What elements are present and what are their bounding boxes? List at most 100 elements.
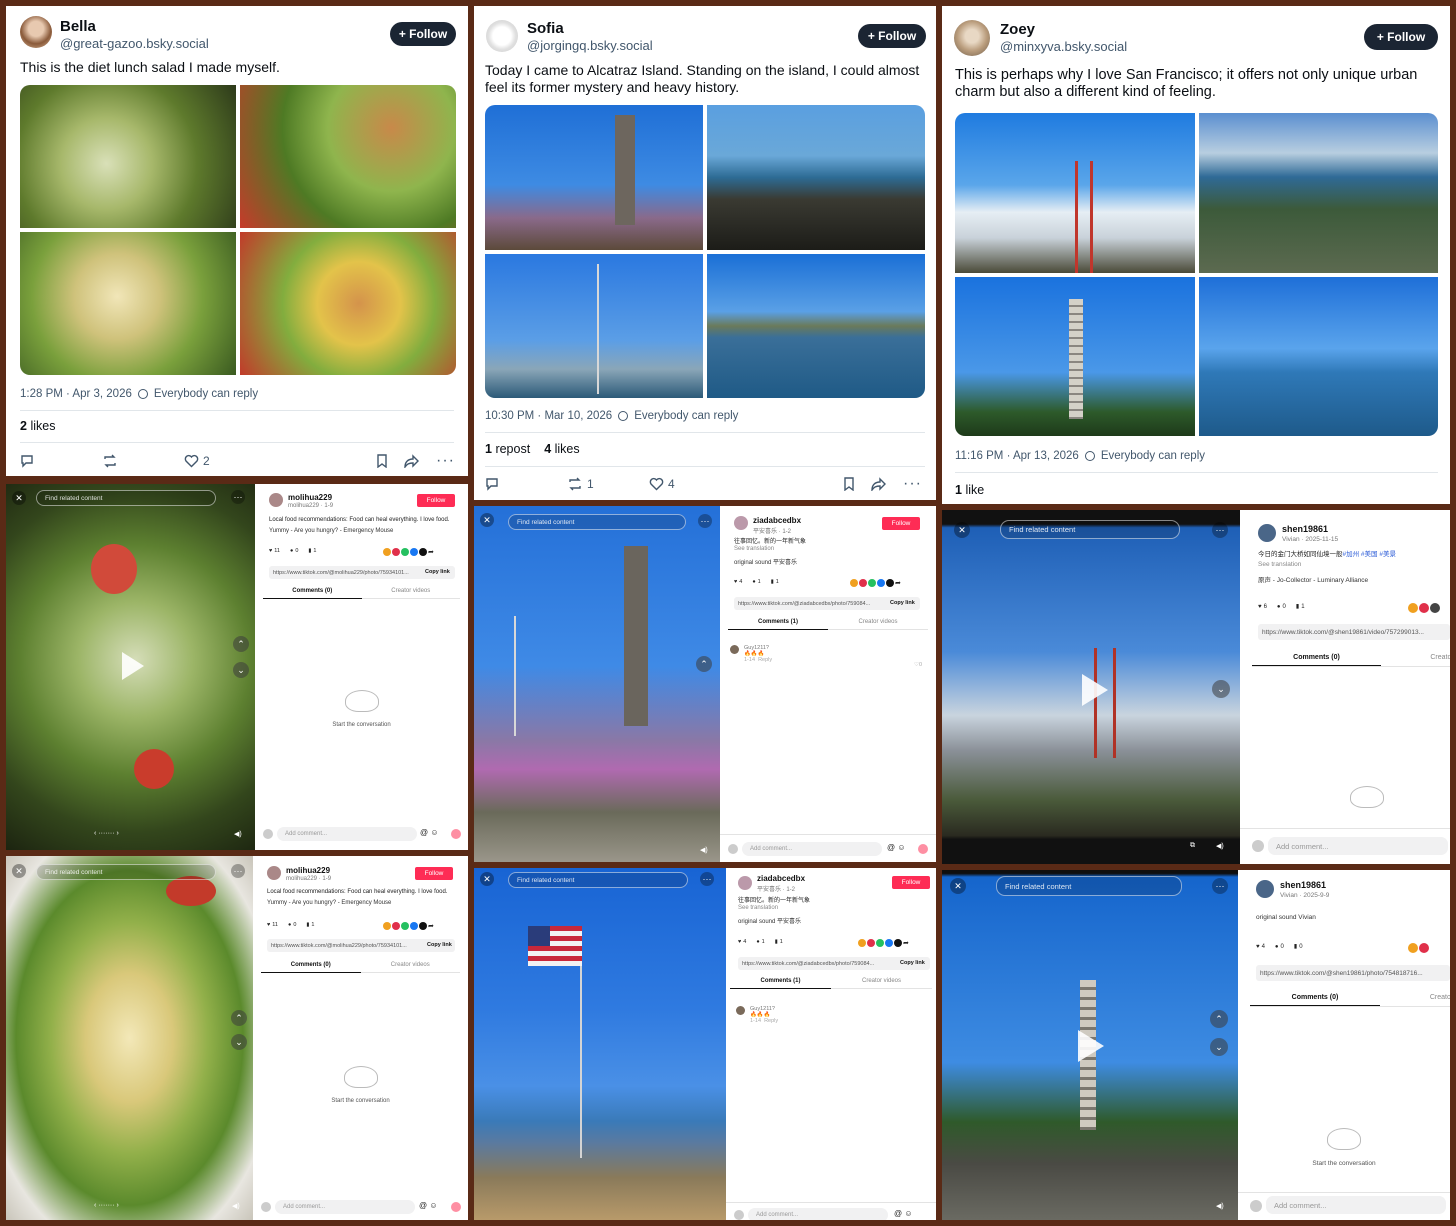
more-options-button[interactable]: ··· xyxy=(231,864,245,878)
see-translation-link[interactable]: See translation xyxy=(734,546,774,552)
share-icons[interactable] xyxy=(1408,943,1429,953)
bookmark-button[interactable] xyxy=(376,454,388,468)
share-icons[interactable] xyxy=(1408,603,1440,613)
play-icon[interactable] xyxy=(1082,674,1108,706)
comment-like[interactable]: ♡0 xyxy=(914,662,922,668)
more-options-button[interactable]: ··· xyxy=(903,475,922,493)
avatar[interactable] xyxy=(734,516,748,530)
share-icons[interactable]: ➦ xyxy=(383,922,436,930)
creator-name[interactable]: molihua229 xyxy=(286,866,330,875)
reply-button[interactable]: Reply xyxy=(758,657,772,663)
follow-button[interactable]: + Follow xyxy=(858,24,926,48)
sound-link[interactable]: Yummy - Are you hungry? - Emergency Mous… xyxy=(269,528,393,534)
emoji-icon[interactable]: @ ☺ xyxy=(894,1209,913,1218)
post-timestamp[interactable]: 1:28 PM · Apr 3, 2026 xyxy=(20,388,132,400)
follow-button[interactable]: Follow xyxy=(417,494,455,507)
follow-button[interactable]: Follow xyxy=(415,867,453,880)
volume-icon[interactable]: ◀) xyxy=(232,1202,240,1210)
search-input[interactable]: Find related content xyxy=(36,864,216,880)
tab-comments[interactable]: Comments (0) xyxy=(1250,994,1380,1006)
golden-gate-fog-image[interactable] xyxy=(955,113,1195,273)
copy-link-button[interactable]: Copy link xyxy=(900,960,925,966)
avatar[interactable] xyxy=(269,493,283,507)
likes-count[interactable]: 4 likes xyxy=(544,442,579,456)
send-button[interactable] xyxy=(918,844,928,854)
reply-button[interactable] xyxy=(20,454,34,468)
search-input[interactable]: Find related content xyxy=(508,872,688,888)
more-options-button[interactable]: ··· xyxy=(231,490,245,504)
close-button[interactable]: ✕ xyxy=(954,522,970,538)
tab-comments[interactable]: Comments (0) xyxy=(261,962,361,973)
follow-button[interactable]: + Follow xyxy=(390,22,456,46)
play-icon[interactable] xyxy=(1078,1030,1104,1062)
share-link-field[interactable]: https://www.tiktok.com/@shen19861/video/… xyxy=(1258,624,1450,640)
follow-button[interactable]: Follow xyxy=(892,876,930,889)
more-options-button[interactable]: ··· xyxy=(436,452,455,470)
share-link-field[interactable]: https://www.tiktok.com/@shen19861/photo/… xyxy=(1256,965,1450,981)
volume-icon[interactable]: ◀) xyxy=(700,846,708,854)
share-button[interactable] xyxy=(404,454,420,468)
emoji-icon[interactable]: @ ☺ xyxy=(420,828,439,837)
comment-input[interactable]: Add comment... xyxy=(748,1208,888,1220)
chevron-up-icon[interactable]: ⌃ xyxy=(231,1010,247,1026)
tab-comments[interactable]: Comments (0) xyxy=(263,588,362,599)
salad-image[interactable] xyxy=(240,232,456,375)
creator-name[interactable]: molihua229 xyxy=(288,493,332,502)
comment-input[interactable]: Add comment... xyxy=(742,842,882,856)
comment-input[interactable]: Add comment... xyxy=(277,827,417,841)
share-icons[interactable]: ➦ xyxy=(383,548,436,556)
post-timestamp[interactable]: 10:30 PM · Mar 10, 2026 xyxy=(485,410,612,422)
avatar[interactable] xyxy=(486,20,518,52)
reposts-count[interactable]: 1 repost xyxy=(485,442,530,456)
emoji-icon[interactable]: @ ☺ xyxy=(887,843,906,852)
avatar[interactable] xyxy=(20,16,52,48)
alcatraz-lighthouse-image[interactable] xyxy=(485,105,703,250)
peace-pagoda-image[interactable] xyxy=(955,276,1195,436)
bookmark-button[interactable] xyxy=(843,477,855,491)
follow-button[interactable]: + Follow xyxy=(1364,24,1438,50)
fullscreen-icon[interactable]: ⧉ xyxy=(1190,842,1195,850)
comment-input[interactable]: Add comment... xyxy=(275,1200,415,1214)
avatar[interactable] xyxy=(954,20,990,56)
more-options-button[interactable]: ··· xyxy=(1212,522,1228,538)
more-options-button[interactable]: ··· xyxy=(700,872,714,886)
repost-button[interactable]: 1 xyxy=(567,477,594,491)
copy-link-button[interactable]: Copy link xyxy=(890,600,915,606)
author-handle[interactable]: @minxyva.bsky.social xyxy=(1000,39,1127,54)
sound-link[interactable]: Yummy - Are you hungry? - Emergency Mous… xyxy=(267,900,391,906)
tab-creator-videos[interactable]: Creator vi xyxy=(1380,994,1450,1006)
search-input[interactable]: Find related content xyxy=(996,876,1182,896)
image-pager[interactable]: ‹ ······· › xyxy=(94,1202,119,1209)
sound-link[interactable]: original sound 平安喜乐 xyxy=(734,557,797,566)
reply-button[interactable]: Reply xyxy=(764,1018,778,1024)
avatar[interactable] xyxy=(1256,880,1274,898)
share-button[interactable] xyxy=(871,477,887,491)
chevron-up-icon[interactable]: ⌃ xyxy=(233,636,249,652)
likes-count[interactable]: 2 likes xyxy=(20,419,55,433)
tab-comments[interactable]: Comments (1) xyxy=(728,619,828,630)
search-input[interactable]: Find related content xyxy=(1000,520,1180,539)
salad-image[interactable] xyxy=(20,85,236,228)
marina-image[interactable] xyxy=(1198,113,1438,273)
tab-creator-videos[interactable]: Creator videos xyxy=(828,619,928,630)
avatar[interactable] xyxy=(730,645,739,654)
avatar[interactable] xyxy=(1258,524,1276,542)
tab-creator-videos[interactable]: Creator videos xyxy=(361,962,461,973)
tab-comments[interactable]: Comments (0) xyxy=(1252,654,1381,666)
likes-count[interactable]: 1 like xyxy=(955,483,984,497)
flag-bay-image[interactable] xyxy=(485,253,703,398)
salad-image[interactable] xyxy=(20,232,236,375)
author-handle[interactable]: @jorgingq.bsky.social xyxy=(527,38,653,53)
more-options-button[interactable]: ··· xyxy=(1212,878,1228,894)
search-input[interactable]: Find related content xyxy=(508,514,686,530)
reply-button[interactable] xyxy=(485,477,499,491)
volume-icon[interactable]: ◀) xyxy=(234,830,242,838)
copy-link-button[interactable]: Copy link xyxy=(425,569,450,575)
chevron-down-icon[interactable]: ⌄ xyxy=(231,1034,247,1050)
salad-image[interactable] xyxy=(240,85,456,228)
share-icons[interactable]: ➦ xyxy=(858,939,911,947)
author-handle[interactable]: @great-gazoo.bsky.social xyxy=(60,36,209,51)
like-button[interactable]: 4 xyxy=(649,477,675,491)
send-button[interactable] xyxy=(451,829,461,839)
see-translation-link[interactable]: See translation xyxy=(1258,561,1301,568)
